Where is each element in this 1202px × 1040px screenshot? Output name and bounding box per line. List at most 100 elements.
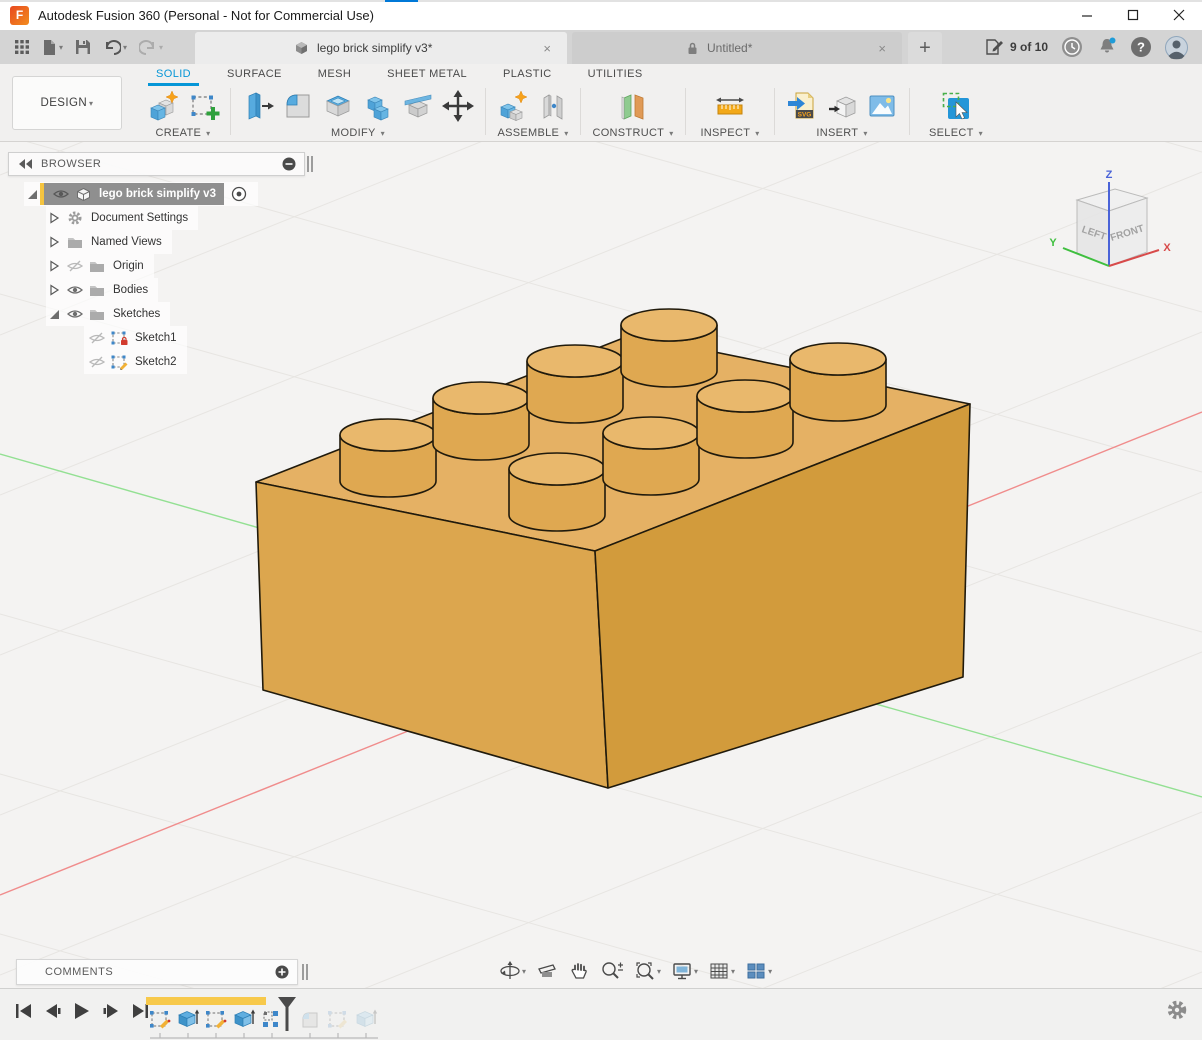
- timeline-feature-extrude1[interactable]: [174, 1006, 202, 1032]
- canvas-button[interactable]: [863, 87, 901, 125]
- undo-button[interactable]: ▾: [99, 36, 131, 58]
- new-solid-button[interactable]: [144, 87, 182, 125]
- step-back-button[interactable]: [43, 1001, 63, 1021]
- browser-resize-grip[interactable]: [307, 156, 315, 172]
- user-avatar[interactable]: [1164, 35, 1189, 60]
- browser-collapse-all-button[interactable]: [282, 157, 296, 171]
- visibility-eye-off-icon[interactable]: [88, 356, 106, 369]
- tab-plastic[interactable]: PLASTIC: [485, 64, 570, 86]
- group-label-modify[interactable]: MODIFY ▾: [331, 125, 385, 141]
- tab-surface[interactable]: SURFACE: [209, 64, 300, 86]
- tree-row-named-views[interactable]: Named Views: [46, 230, 172, 254]
- tab-close-icon[interactable]: ×: [874, 41, 890, 56]
- app-grid-button[interactable]: [10, 36, 34, 58]
- grid-settings-button[interactable]: ▾: [706, 958, 737, 984]
- measure-button[interactable]: [711, 87, 749, 125]
- expand-toggle[interactable]: [46, 284, 62, 296]
- expand-toggle[interactable]: [46, 236, 62, 248]
- lego-brick-body[interactable]: [256, 309, 970, 788]
- derive-button[interactable]: [823, 87, 861, 125]
- press-pull-button[interactable]: [239, 87, 277, 125]
- timeline-feature-sketch2[interactable]: [202, 1006, 230, 1032]
- timeline-position-marker[interactable]: [276, 995, 298, 1033]
- timeline-settings-button[interactable]: [1166, 999, 1188, 1021]
- insert-svg-button[interactable]: SVG: [783, 87, 821, 125]
- tab-solid[interactable]: SOLID: [138, 64, 209, 86]
- visibility-eye-off-icon[interactable]: [66, 260, 84, 273]
- expand-toggle[interactable]: [46, 260, 62, 272]
- help-button[interactable]: ?: [1129, 35, 1153, 59]
- view-cube[interactable]: LEFT FRONT Z X Y: [1039, 168, 1174, 283]
- create-sketch-button[interactable]: [184, 87, 222, 125]
- tree-row-document-settings[interactable]: Document Settings: [46, 206, 198, 230]
- combine-button[interactable]: [359, 87, 397, 125]
- tree-row-root[interactable]: lego brick simplify v3: [24, 182, 258, 206]
- visibility-eye-icon[interactable]: [52, 188, 70, 200]
- collapse-panel-icon[interactable]: [19, 159, 33, 169]
- job-status-button[interactable]: [1060, 35, 1084, 59]
- group-label-insert[interactable]: INSERT ▾: [816, 125, 867, 141]
- timeline-feature-extrude2[interactable]: [230, 1006, 258, 1032]
- tree-row-bodies[interactable]: Bodies: [46, 278, 158, 302]
- tab-sheet-metal[interactable]: SHEET METAL: [369, 64, 485, 86]
- tab-mesh[interactable]: MESH: [300, 64, 369, 86]
- timeline-feature-sketch-suppressed[interactable]: [324, 1006, 352, 1032]
- visibility-eye-off-icon[interactable]: [88, 332, 106, 345]
- maximize-button[interactable]: [1110, 0, 1156, 30]
- construction-plane-button[interactable]: [614, 87, 652, 125]
- editable-documents-quota[interactable]: 9 of 10: [985, 30, 1048, 64]
- expand-toggle[interactable]: [24, 187, 40, 201]
- tree-row-sketch2[interactable]: Sketch2: [84, 350, 187, 374]
- split-body-button[interactable]: [399, 87, 437, 125]
- workspace-switcher[interactable]: DESIGN ▾: [12, 76, 122, 130]
- file-menu-button[interactable]: ▾: [38, 36, 67, 59]
- shell-button[interactable]: [319, 87, 357, 125]
- viewports-button[interactable]: ▾: [743, 958, 774, 984]
- add-comment-button[interactable]: [275, 965, 289, 979]
- timeline-feature-extrude-suppressed[interactable]: [352, 1006, 380, 1032]
- tab-close-icon[interactable]: ×: [539, 41, 555, 56]
- new-tab-button[interactable]: +: [908, 32, 942, 64]
- comments-resize-grip[interactable]: [302, 964, 310, 980]
- fillet-button[interactable]: [279, 87, 317, 125]
- close-button[interactable]: [1156, 0, 1202, 30]
- tree-row-sketches[interactable]: Sketches: [46, 302, 170, 326]
- timeline-feature-sketch1[interactable]: [146, 1006, 174, 1032]
- orbit-button[interactable]: ▾: [497, 958, 528, 984]
- timeline-feature-fillet-suppressed[interactable]: [296, 1006, 324, 1032]
- fit-button[interactable]: ▾: [632, 958, 663, 984]
- document-tab-inactive[interactable]: Untitled* ×: [572, 32, 902, 64]
- go-to-start-button[interactable]: [14, 1001, 34, 1021]
- viewport[interactable]: BROWSER: [0, 142, 1202, 988]
- group-label-inspect[interactable]: INSPECT ▾: [700, 125, 759, 141]
- group-label-select[interactable]: SELECT ▾: [929, 125, 983, 141]
- play-button[interactable]: [72, 1001, 92, 1021]
- tree-row-origin[interactable]: Origin: [46, 254, 154, 278]
- group-label-assemble[interactable]: ASSEMBLE ▾: [497, 125, 568, 141]
- group-label-construct[interactable]: CONSTRUCT ▾: [592, 125, 673, 141]
- notifications-button[interactable]: [1095, 35, 1119, 59]
- pan-button[interactable]: [566, 958, 592, 984]
- expand-toggle[interactable]: [46, 307, 62, 321]
- visibility-eye-icon[interactable]: [66, 308, 84, 320]
- tab-utilities[interactable]: UTILITIES: [570, 64, 661, 86]
- new-component-button[interactable]: [494, 87, 532, 125]
- display-settings-button[interactable]: ▾: [669, 958, 700, 984]
- expand-toggle[interactable]: [46, 212, 62, 224]
- document-tab-active[interactable]: lego brick simplify v3* ×: [195, 32, 567, 64]
- browser-header[interactable]: BROWSER: [8, 152, 305, 176]
- zoom-button[interactable]: [598, 958, 626, 984]
- minimize-button[interactable]: [1064, 0, 1110, 30]
- redo-button[interactable]: ▾: [135, 36, 167, 58]
- look-at-button[interactable]: [534, 958, 560, 984]
- group-label-create[interactable]: CREATE ▾: [156, 125, 211, 141]
- joint-button[interactable]: [534, 87, 572, 125]
- comments-panel[interactable]: COMMENTS: [16, 959, 298, 985]
- visibility-eye-icon[interactable]: [66, 284, 84, 296]
- move-copy-button[interactable]: [439, 87, 477, 125]
- save-button[interactable]: [71, 36, 95, 58]
- tree-row-sketch1[interactable]: Sketch1: [84, 326, 187, 350]
- select-button[interactable]: [937, 87, 975, 125]
- step-forward-button[interactable]: [101, 1001, 121, 1021]
- activate-component-radio[interactable]: [230, 186, 248, 202]
